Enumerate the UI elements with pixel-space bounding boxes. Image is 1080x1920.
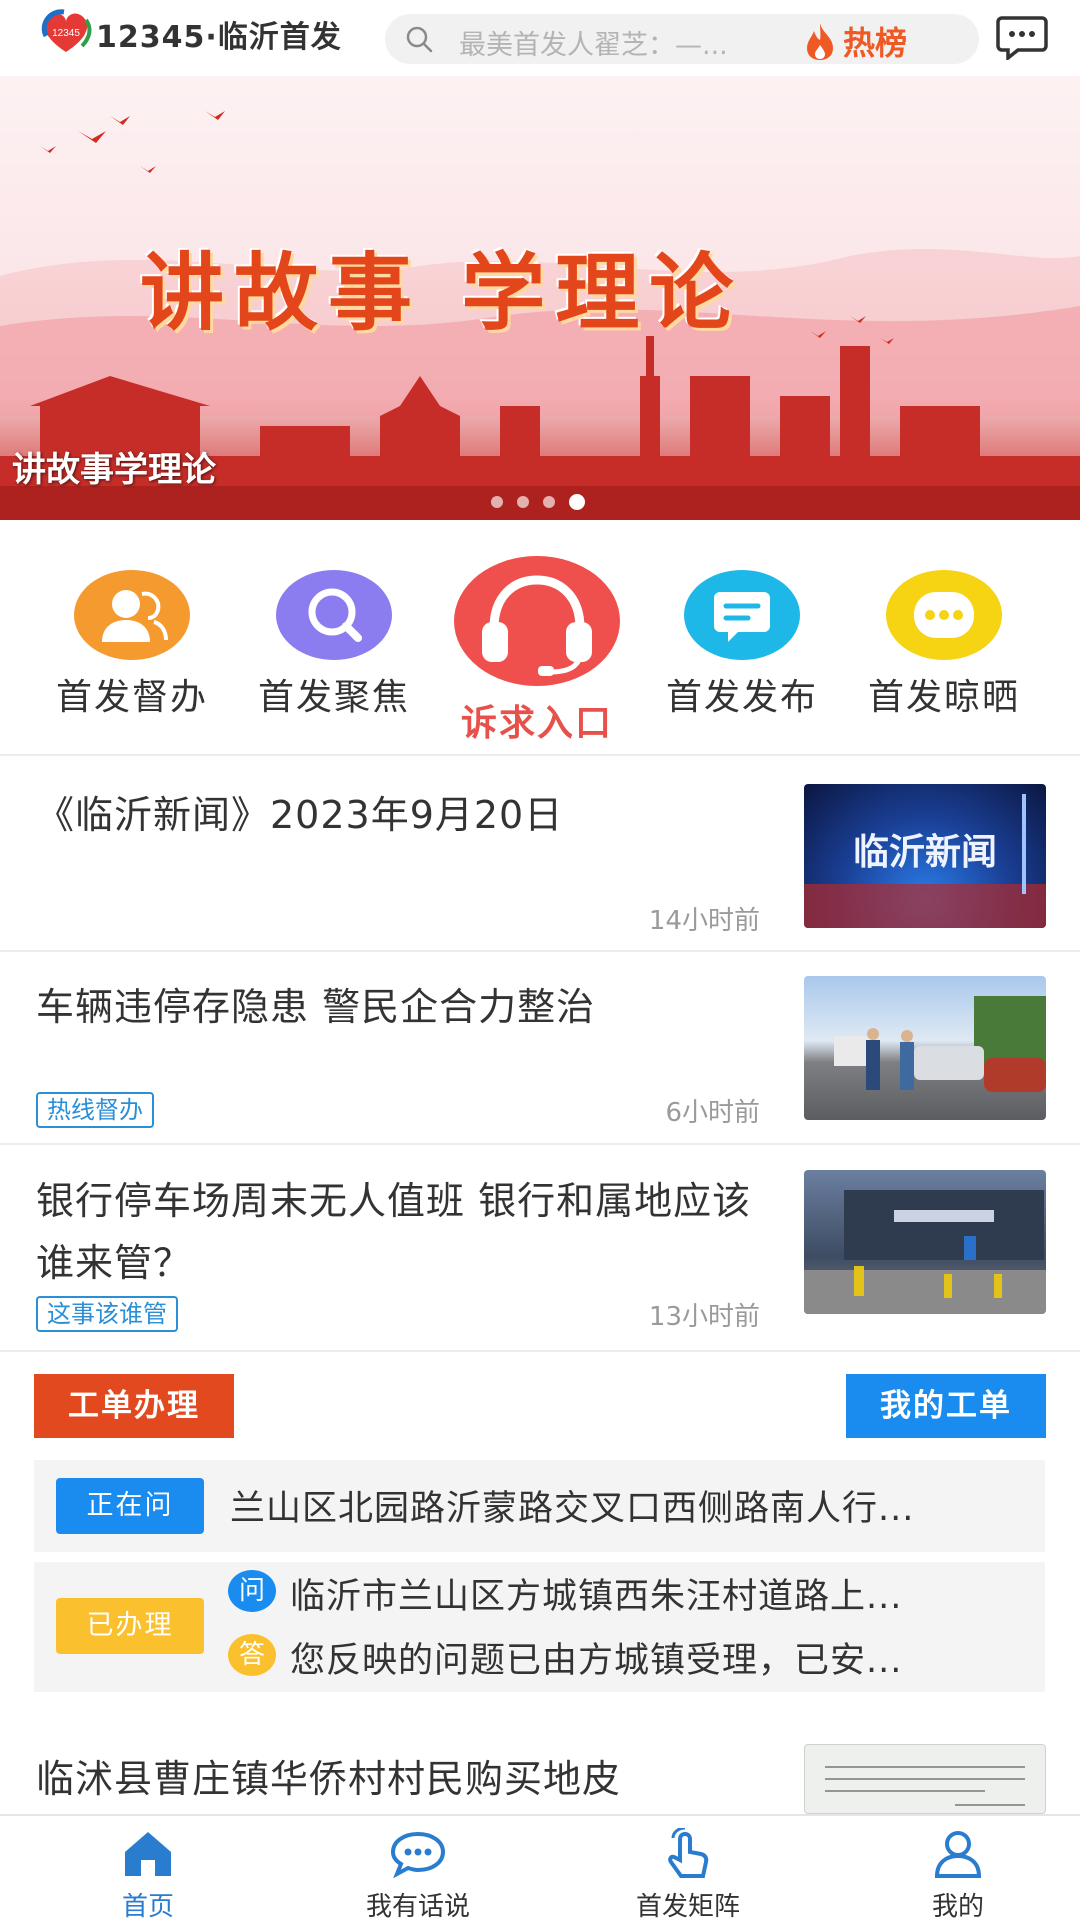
tab-label: 我的: [931, 1892, 984, 1920]
user-icon: [934, 1831, 982, 1878]
answer-text: 您反映的问题已由方城镇受理，已安...: [290, 1641, 903, 1681]
entry-label: 首发发布: [665, 677, 818, 718]
tab-speak[interactable]: 我有话说: [318, 1816, 518, 1920]
news-title: 临沭县曹庄镇华侨村村民购买地皮: [36, 1757, 622, 1801]
hot-list-button[interactable]: 热榜: [803, 18, 907, 64]
status-badge: 已办理: [56, 1598, 204, 1654]
entry-label: 首发督办: [55, 677, 208, 718]
tab-label: 我有话说: [365, 1892, 470, 1920]
headset-icon: [454, 556, 620, 686]
news-title: 《临沂新闻》2023年9月20日: [36, 793, 564, 837]
entry-publish[interactable]: 首发发布: [652, 570, 832, 720]
tap-icon: [668, 1826, 709, 1878]
order-row-asking[interactable]: 正在问 兰山区北园路沂蒙路交叉口西侧路南人行...: [34, 1460, 1045, 1552]
news-thumbnail: 临沂新闻: [804, 784, 1046, 928]
entry-exposure[interactable]: 首发晾晒: [854, 570, 1034, 720]
carousel-indicator[interactable]: [491, 494, 585, 510]
order-row-done[interactable]: 已办理 问 临沂市兰山区方城镇西朱汪村道路上... 答 您反映的问题已由方城镇受…: [34, 1562, 1045, 1692]
bottom-tab-bar: 首页 我有话说 首发矩阵 我的: [0, 1814, 1080, 1920]
news-thumbnail: [804, 1170, 1046, 1314]
entry-label: 首发聚焦: [257, 677, 410, 718]
entry-focus[interactable]: 首发聚焦: [244, 570, 424, 720]
entry-label: 诉求入口: [460, 703, 613, 744]
carousel-dot[interactable]: [491, 496, 503, 508]
magnifier-icon: [276, 570, 392, 660]
tab-home[interactable]: 首页: [48, 1816, 248, 1920]
quick-entry-grid: 首发督办 首发聚焦 诉求入口 首发发布 首发晾晒: [0, 540, 1080, 750]
divider: [0, 1143, 1080, 1145]
thumb-logo-text: 临沂新闻: [853, 832, 997, 873]
entry-appeal[interactable]: 诉求入口: [447, 556, 627, 746]
search-bar[interactable]: 最美首发人翟芝：—... 热榜: [385, 14, 979, 64]
tab-label: 首页: [121, 1892, 174, 1920]
question-badge: 问: [228, 1570, 276, 1612]
divider: [0, 754, 1080, 756]
tab-matrix[interactable]: 首发矩阵: [588, 1816, 788, 1920]
speech-icon: [390, 1831, 446, 1879]
flame-icon: [807, 23, 833, 60]
status-badge: 正在问: [56, 1478, 204, 1534]
hero-banner[interactable]: 讲故事 学理论 讲故事学理论: [0, 76, 1080, 520]
handle-order-button[interactable]: 工单办理: [34, 1374, 234, 1438]
app-page: 12345 12345·临沂首发 最美首发人翟芝：—... 热榜 讲故事 学理论…: [0, 0, 1080, 1920]
banner-caption: 讲故事学理论: [12, 450, 216, 490]
home-icon: [125, 1832, 171, 1876]
answer-badge: 答: [228, 1634, 276, 1676]
app-logo: 12345: [36, 6, 96, 58]
top-header: 12345 12345·临沂首发 最美首发人翟芝：—... 热榜: [0, 0, 1080, 76]
carousel-dot[interactable]: [517, 496, 529, 508]
entry-supervise[interactable]: 首发督办: [42, 570, 222, 720]
search-icon: [406, 26, 433, 53]
entry-label: 首发晾晒: [867, 677, 1020, 718]
news-thumbnail: [804, 976, 1046, 1120]
tab-label: 首发矩阵: [635, 1892, 740, 1920]
news-item[interactable]: 《临沂新闻》2023年9月20日 14小时前 临沂新闻: [0, 760, 1080, 952]
tab-mine[interactable]: 我的: [858, 1816, 1058, 1920]
news-item[interactable]: 车辆违停存隐患 警民企合力整治 热线督办 6小时前: [0, 952, 1080, 1144]
question-text: 临沂市兰山区方城镇西朱汪村道路上...: [290, 1577, 903, 1617]
news-title: 银行停车场周末无人值班 银行和属地应该谁来管？: [36, 1179, 752, 1285]
my-orders-button[interactable]: 我的工单: [846, 1374, 1046, 1438]
news-time: 13小时前: [648, 1302, 760, 1332]
news-time: 14小时前: [648, 906, 760, 936]
search-placeholder: 最美首发人翟芝：—...: [459, 30, 728, 61]
order-text: 兰山区北园路沂蒙路交叉口西侧路南人行...: [230, 1489, 915, 1529]
carousel-dot-active[interactable]: [569, 494, 585, 510]
hot-list-label: 热榜: [843, 24, 908, 62]
news-thumbnail: [804, 1744, 1046, 1814]
banner-headline: 讲故事 学理论: [140, 243, 744, 342]
news-tag: 热线督办: [36, 1092, 154, 1128]
ellipsis-icon: [886, 570, 1002, 660]
logo-badge-text: 12345: [52, 28, 80, 39]
news-item[interactable]: 临沭县曹庄镇华侨村村民购买地皮: [0, 1724, 1080, 1814]
carousel-dot[interactable]: [543, 496, 555, 508]
news-item[interactable]: 银行停车场周末无人值班 银行和属地应该谁来管？ 这事该谁管 13小时前: [0, 1146, 1080, 1350]
people-icon: [74, 570, 190, 660]
divider: [0, 1350, 1080, 1352]
app-title: 12345·临沂首发: [96, 20, 342, 55]
news-time: 6小时前: [665, 1098, 760, 1128]
news-title: 车辆违停存隐患 警民企合力整治: [36, 985, 596, 1029]
message-icon[interactable]: [996, 14, 1048, 60]
news-tag: 这事该谁管: [36, 1296, 178, 1332]
chat-bubble-icon: [684, 570, 800, 660]
